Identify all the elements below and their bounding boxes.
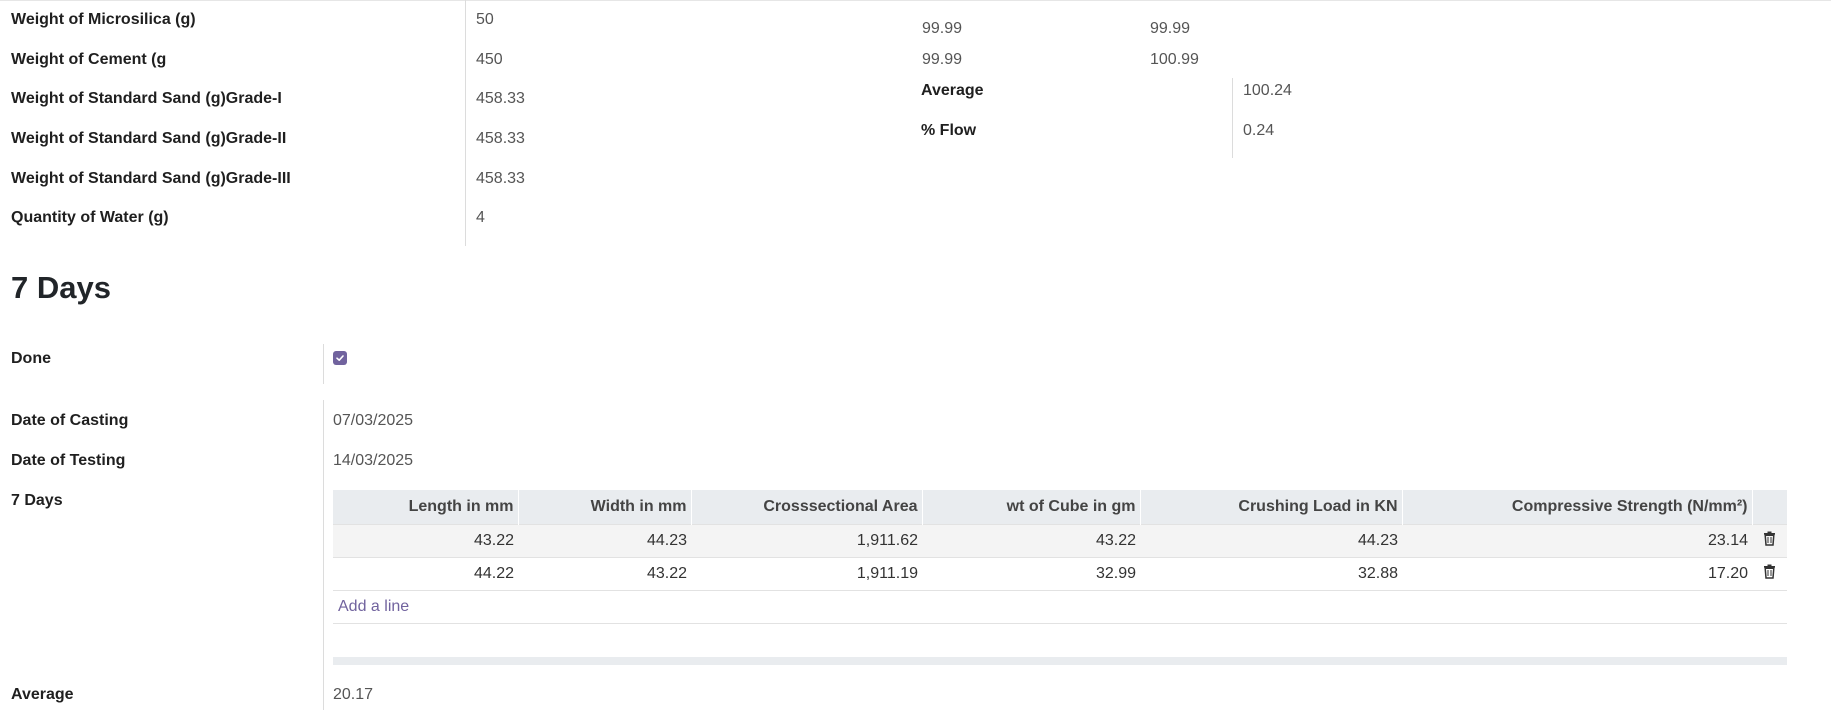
- flow-reading[interactable]: 100.99: [1150, 51, 1199, 69]
- table-header-row: Length in mm Width in mm Crosssectional …: [333, 490, 1787, 525]
- delete-row-button[interactable]: [1752, 524, 1787, 558]
- field-separator: [465, 0, 466, 246]
- done-separator: [323, 344, 324, 384]
- column-header-actions: [1751, 490, 1787, 525]
- column-header-weight[interactable]: wt of Cube in gm: [921, 490, 1140, 525]
- seven-days-table: Length in mm Width in mm Crosssectional …: [333, 490, 1787, 624]
- flow-percent-label: % Flow: [921, 122, 977, 139]
- field-value-sand-grade-1[interactable]: 458.33: [476, 90, 525, 108]
- field-label-sand-grade-2: Weight of Standard Sand (g)Grade-II: [11, 130, 287, 147]
- casting-date-value[interactable]: 07/03/2025: [333, 412, 413, 430]
- top-divider: [0, 0, 1831, 1]
- table-footer: [333, 657, 1787, 665]
- add-line-link[interactable]: Add a line: [333, 590, 1787, 624]
- testing-date-label: Date of Testing: [11, 452, 126, 469]
- flow-average-label: Average: [921, 82, 984, 99]
- cell-width[interactable]: 44.23: [518, 524, 691, 558]
- trash-icon: [1764, 531, 1775, 546]
- seven-days-average-value[interactable]: 20.17: [333, 686, 373, 704]
- seven-days-table-label: 7 Days: [11, 492, 63, 509]
- column-header-length[interactable]: Length in mm: [333, 490, 518, 525]
- flow-percent-value[interactable]: 0.24: [1243, 122, 1274, 140]
- section-separator: [323, 400, 324, 710]
- column-header-crushing-load[interactable]: Crushing Load in KN: [1139, 490, 1402, 525]
- casting-date-label: Date of Casting: [11, 412, 129, 429]
- column-header-area[interactable]: Crosssectional Area: [690, 490, 922, 525]
- done-checkbox[interactable]: [333, 351, 347, 365]
- cell-compressive-strength[interactable]: 17.20: [1402, 557, 1752, 591]
- cell-length[interactable]: 43.22: [333, 524, 518, 558]
- field-value-sand-grade-2[interactable]: 458.33: [476, 130, 525, 148]
- field-value-microsilica[interactable]: 50: [476, 11, 494, 29]
- done-label: Done: [11, 350, 51, 367]
- cell-weight[interactable]: 43.22: [922, 524, 1140, 558]
- field-label-sand-grade-1: Weight of Standard Sand (g)Grade-I: [11, 90, 282, 107]
- page: Weight of Microsilica (g) 50 Weight of C…: [0, 0, 1831, 710]
- add-line-row: Add a line: [333, 590, 1787, 624]
- cell-area[interactable]: 1,911.19: [691, 557, 922, 591]
- cell-width[interactable]: 43.22: [518, 557, 691, 591]
- flow-reading[interactable]: 99.99: [922, 20, 962, 38]
- field-label-microsilica: Weight of Microsilica (g): [11, 11, 196, 28]
- delete-row-button[interactable]: [1752, 557, 1787, 591]
- field-label-sand-grade-3: Weight of Standard Sand (g)Grade-III: [11, 170, 291, 187]
- section-title-7-days: 7 Days: [11, 270, 111, 305]
- table-row[interactable]: 44.22 43.22 1,911.19 32.99 32.88 17.20: [333, 557, 1787, 591]
- field-label-cement: Weight of Cement (g: [11, 51, 167, 68]
- check-icon: [336, 355, 344, 361]
- column-header-width[interactable]: Width in mm: [517, 490, 691, 525]
- trash-icon: [1764, 564, 1775, 579]
- field-value-water[interactable]: 4: [476, 209, 485, 227]
- cell-compressive-strength[interactable]: 23.14: [1402, 524, 1752, 558]
- field-value-sand-grade-3[interactable]: 458.33: [476, 170, 525, 188]
- flow-average-value[interactable]: 100.24: [1243, 82, 1292, 100]
- cell-crushing-load[interactable]: 44.23: [1140, 524, 1402, 558]
- cell-area[interactable]: 1,911.62: [691, 524, 922, 558]
- testing-date-value[interactable]: 14/03/2025: [333, 452, 413, 470]
- cell-crushing-load[interactable]: 32.88: [1140, 557, 1402, 591]
- flow-separator: [1232, 78, 1233, 158]
- cell-weight[interactable]: 32.99: [922, 557, 1140, 591]
- field-value-cement[interactable]: 450: [476, 51, 503, 69]
- field-label-water: Quantity of Water (g): [11, 209, 169, 226]
- cell-length[interactable]: 44.22: [333, 557, 518, 591]
- seven-days-average-label: Average: [11, 686, 74, 703]
- column-header-compressive-strength[interactable]: Compressive Strength (N/mm²): [1401, 490, 1752, 525]
- flow-reading[interactable]: 99.99: [922, 51, 962, 69]
- table-row[interactable]: 43.22 44.23 1,911.62 43.22 44.23 23.14: [333, 524, 1787, 558]
- flow-reading[interactable]: 99.99: [1150, 20, 1190, 38]
